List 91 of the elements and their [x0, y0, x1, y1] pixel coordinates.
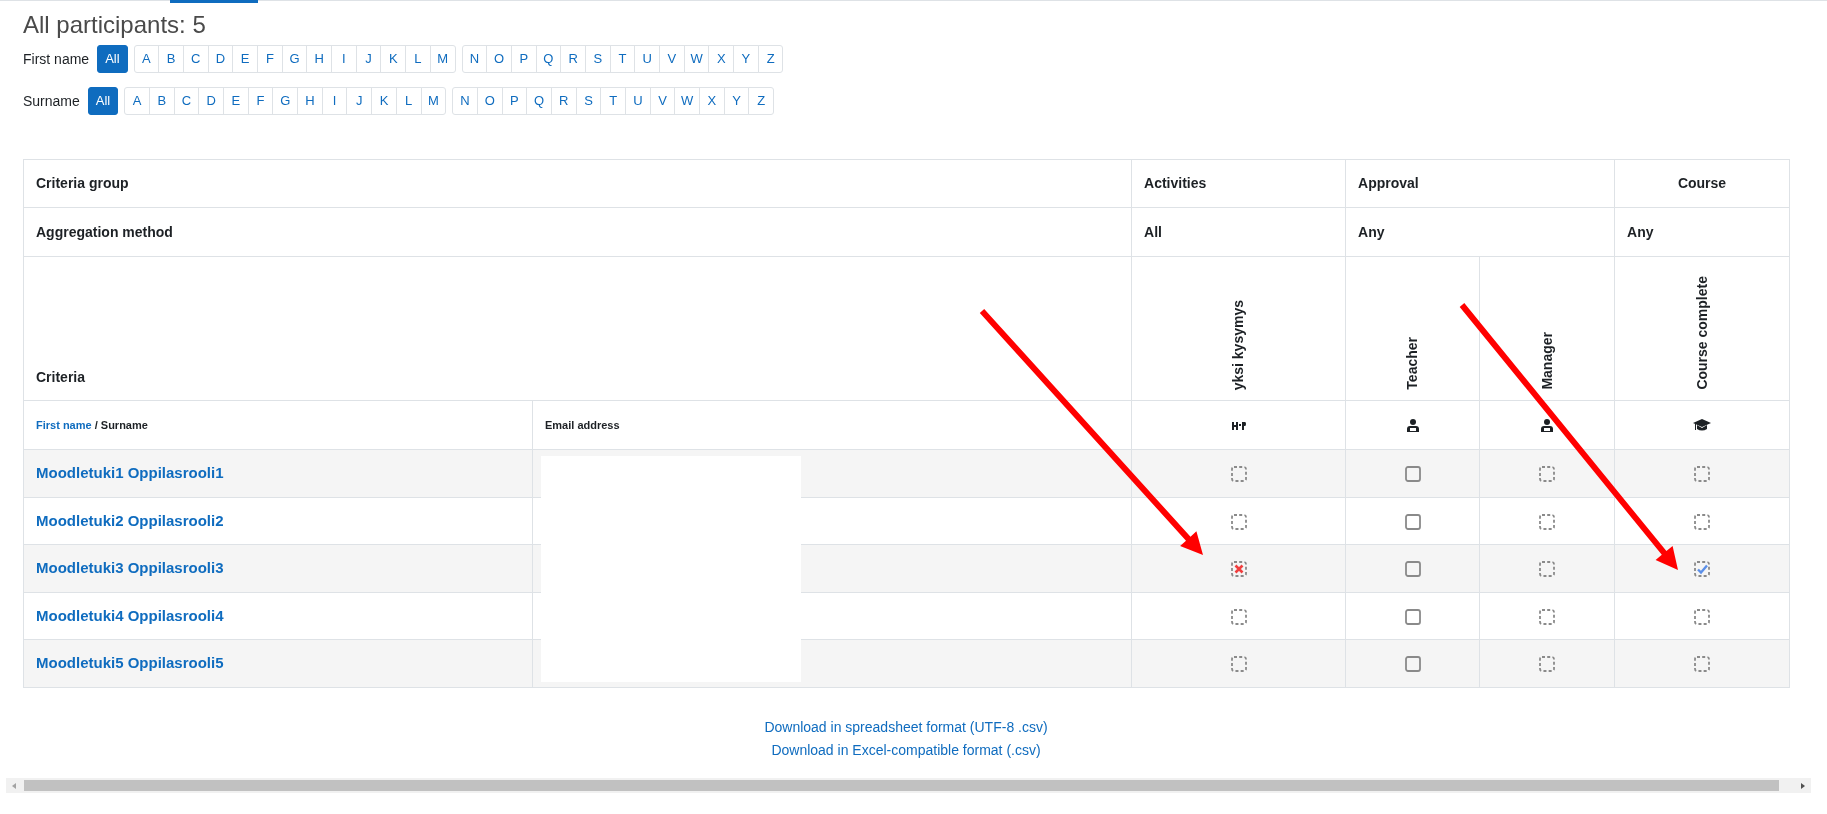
letter-filter-button[interactable]: X — [699, 87, 725, 115]
scroll-right-icon[interactable] — [1799, 781, 1807, 790]
scroll-left-icon[interactable] — [10, 781, 18, 790]
completion-checkbox[interactable] — [1404, 466, 1421, 483]
letter-filter-button[interactable]: J — [346, 87, 373, 115]
letter-filter-button[interactable]: S — [575, 87, 602, 115]
letter-filter-button[interactable]: Z — [757, 45, 784, 73]
letter-filter-button[interactable]: C — [182, 45, 209, 73]
table-header-cell: Activities — [1131, 159, 1346, 208]
letter-filter-button[interactable]: U — [625, 87, 651, 115]
letter-filter-button[interactable]: U — [634, 45, 660, 73]
criteria-header: Manager — [1537, 332, 1556, 390]
horizontal-scrollbar[interactable] — [6, 778, 1811, 793]
letter-filter-button[interactable]: I — [321, 87, 348, 115]
participant-link[interactable]: Moodletuki5 Oppilasrooli5 — [36, 654, 224, 671]
letter-filter-button[interactable]: K — [380, 45, 407, 73]
table-cell: All — [1131, 207, 1346, 257]
letter-filter-button[interactable]: H — [297, 87, 323, 115]
letter-filter-button[interactable]: V — [659, 45, 685, 73]
letter-filter-button[interactable]: D — [198, 87, 224, 115]
table-header-cell: Aggregation method — [23, 207, 1132, 257]
letter-filter-button[interactable]: G — [272, 87, 299, 115]
letter-filter-button[interactable]: T — [609, 45, 636, 73]
letter-filter-button[interactable]: All — [97, 45, 128, 73]
filter-label: Surname — [23, 91, 80, 111]
letter-filter-button[interactable]: L — [395, 87, 422, 115]
letter-filter-button[interactable]: J — [355, 45, 382, 73]
letter-filter-button[interactable]: G — [281, 45, 308, 73]
letter-filter-button[interactable]: D — [207, 45, 234, 73]
letter-filter-button[interactable]: B — [158, 45, 184, 73]
letter-filter-button[interactable]: M — [420, 87, 447, 115]
letter-filter-button[interactable]: X — [708, 45, 735, 73]
letter-filter-button[interactable]: E — [223, 87, 249, 115]
letter-filter-button[interactable]: R — [550, 87, 577, 115]
participant-link[interactable]: Moodletuki1 Oppilasrooli1 — [36, 464, 224, 481]
graduation-cap-icon — [1693, 419, 1711, 433]
letter-filter-button[interactable]: P — [501, 87, 528, 115]
sort-heading: First name / Surname — [36, 418, 148, 431]
letter-filter-button[interactable]: N — [452, 87, 478, 115]
letter-filter-button[interactable]: O — [476, 87, 503, 115]
completion-checkbox[interactable] — [1404, 608, 1421, 625]
letter-filter-button[interactable]: K — [371, 87, 397, 115]
table-header-cell: Criteria group — [23, 159, 1132, 208]
table-header-cell: Approval — [1345, 159, 1615, 208]
letter-filter-button[interactable]: M — [429, 45, 456, 73]
letter-filter-button[interactable]: Q — [526, 87, 552, 115]
letter-filter-button[interactable]: All — [87, 87, 119, 115]
participant-link[interactable]: Moodletuki2 Oppilasrooli2 — [36, 511, 224, 529]
letter-filter-button[interactable]: L — [405, 45, 431, 73]
table-cell: Any — [1614, 207, 1790, 257]
letter-filter-button[interactable]: V — [649, 87, 676, 115]
criteria-header: Course complete — [1692, 276, 1711, 390]
letter-filter-button[interactable]: Y — [733, 45, 759, 73]
table-cell: Any — [1345, 207, 1615, 257]
completion-checkbox[interactable] — [1404, 513, 1421, 530]
letter-filter-button[interactable]: F — [247, 87, 274, 115]
letter-filter-button[interactable]: W — [683, 45, 710, 73]
download-link[interactable]: Download in spreadsheet format (UTF-8 .csv) — [764, 715, 1048, 739]
download-link[interactable]: Download in Excel-compatible format (.csv) — [771, 738, 1041, 762]
letter-filter-button[interactable]: A — [133, 45, 160, 73]
letter-filter-button[interactable]: B — [148, 87, 175, 115]
filter-label: First name — [23, 49, 90, 69]
letter-filter-button[interactable]: E — [232, 45, 258, 73]
person-icon — [1541, 419, 1553, 433]
letter-filter-button[interactable]: O — [486, 45, 512, 73]
letter-filter-button[interactable]: H — [306, 45, 333, 73]
scrollbar-thumb[interactable] — [24, 780, 1779, 791]
person-icon — [1406, 419, 1419, 433]
table-header-cell: Course — [1614, 159, 1790, 208]
letter-filter-button[interactable]: S — [584, 45, 611, 73]
letter-filter-button[interactable]: Z — [748, 87, 775, 115]
letter-filter-button[interactable]: R — [560, 45, 586, 73]
sort-link[interactable]: First name — [36, 418, 92, 431]
letter-filter-button[interactable]: C — [173, 87, 200, 115]
h5p-icon — [1231, 421, 1246, 430]
letter-filter-button[interactable]: I — [331, 45, 357, 73]
letter-filter-button[interactable]: P — [510, 45, 537, 73]
criteria-header: yksi kysymys — [1229, 299, 1247, 390]
completion-checkbox[interactable] — [1404, 656, 1421, 673]
letter-filter-button[interactable]: F — [257, 45, 283, 73]
letter-filter-button[interactable]: N — [461, 45, 488, 73]
letter-filter-button[interactable]: A — [124, 87, 150, 115]
letter-filter-button[interactable]: Q — [535, 45, 562, 73]
letter-filter-button[interactable]: T — [600, 87, 626, 115]
letter-filter-button[interactable]: W — [674, 87, 701, 115]
criteria-header: Teacher — [1403, 337, 1421, 390]
participant-link[interactable]: Moodletuki3 Oppilasrooli3 — [36, 559, 224, 576]
page-title: All participants: 5 — [23, 10, 207, 40]
completion-checkbox[interactable] — [1404, 561, 1421, 578]
letter-filter-button[interactable]: Y — [723, 87, 750, 115]
participant-link[interactable]: Moodletuki4 Oppilasrooli4 — [36, 606, 224, 624]
